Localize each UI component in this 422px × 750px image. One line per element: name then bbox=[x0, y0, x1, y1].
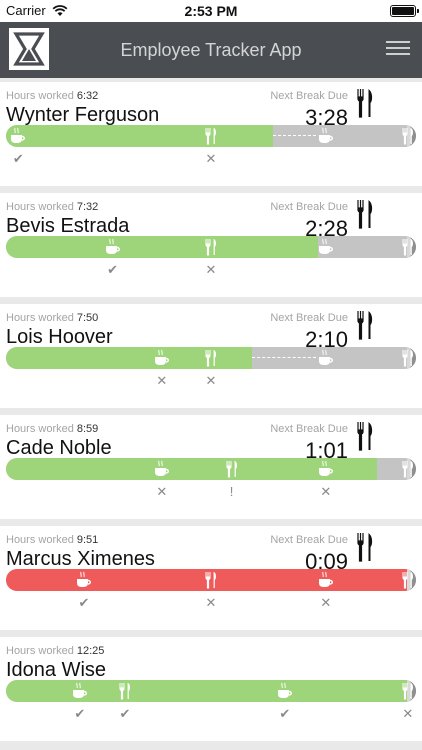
hours-worked-value: 12:25 bbox=[76, 645, 105, 657]
progress-fill bbox=[6, 236, 318, 258]
cross-icon: ✕ bbox=[205, 262, 217, 277]
clock: 2:53 PM bbox=[184, 3, 238, 19]
remaining-dash-line bbox=[272, 135, 316, 136]
cutlery-icon bbox=[355, 532, 375, 567]
next-break-label: Next Break Due bbox=[270, 90, 348, 102]
hours-worked-label: Hours worked 9:51 bbox=[6, 534, 98, 546]
shift-progress-bar bbox=[6, 347, 416, 369]
next-break-label: Next Break Due bbox=[270, 201, 348, 213]
cross-icon: ✕ bbox=[205, 595, 217, 610]
hours-worked-label: Hours worked 12:25 bbox=[6, 645, 104, 657]
progress-fill bbox=[6, 680, 416, 702]
cross-icon: ✕ bbox=[320, 484, 332, 499]
next-break-label: Next Break Due bbox=[270, 423, 348, 435]
cross-icon: ✕ bbox=[205, 151, 217, 166]
hours-worked-value: 8:59 bbox=[76, 423, 99, 435]
cutlery-icon bbox=[355, 421, 375, 456]
battery-icon bbox=[390, 5, 419, 17]
employee-card[interactable]: Hours worked 12:25 Idona Wise ✔ ✔ ✔ ✕ bbox=[0, 637, 422, 741]
hours-worked-caption: Hours worked bbox=[6, 312, 74, 324]
shift-progress-bar bbox=[6, 236, 416, 258]
cross-icon: ✕ bbox=[156, 484, 168, 499]
check-icon: ✔ bbox=[74, 706, 86, 721]
shift-progress-bar bbox=[6, 569, 416, 591]
employee-name: Wynter Ferguson bbox=[6, 104, 160, 126]
shift-progress-bar bbox=[6, 680, 416, 702]
hours-worked-value: 7:50 bbox=[76, 312, 99, 324]
shift-progress-bar bbox=[6, 125, 416, 147]
check-icon: ✔ bbox=[119, 706, 131, 721]
hours-worked-value: 7:32 bbox=[76, 201, 99, 213]
hours-worked-caption: Hours worked bbox=[6, 201, 74, 213]
app-header: Employee Tracker App bbox=[0, 22, 422, 78]
employee-card[interactable]: Hours worked 7:32 Bevis Estrada Next Break … bbox=[0, 193, 422, 297]
employee-card[interactable]: Hours worked 8:59 Cade Noble Next Break Due… bbox=[0, 415, 422, 519]
remaining-dash-line bbox=[252, 357, 316, 358]
shift-progress-bar bbox=[6, 458, 416, 480]
check-icon: ✔ bbox=[279, 706, 291, 721]
cutlery-icon bbox=[355, 310, 375, 345]
check-icon: ✔ bbox=[12, 151, 24, 166]
employee-name: Lois Hoover bbox=[6, 326, 113, 348]
cutlery-icon bbox=[355, 88, 375, 123]
hours-worked-caption: Hours worked bbox=[6, 645, 74, 657]
employee-card[interactable]: Hours worked 7:50 Lois Hoover Next Break Du… bbox=[0, 304, 422, 408]
cross-icon: ✕ bbox=[205, 373, 217, 388]
next-break-label: Next Break Due bbox=[270, 312, 348, 324]
cross-icon: ✕ bbox=[156, 373, 168, 388]
hours-worked-label: Hours worked 8:59 bbox=[6, 423, 98, 435]
employee-name: Cade Noble bbox=[6, 437, 112, 459]
hours-worked-value: 9:51 bbox=[76, 534, 99, 546]
hours-worked-label: Hours worked 7:32 bbox=[6, 201, 98, 213]
employee-name: Marcus Ximenes bbox=[6, 548, 155, 570]
warning-icon: ! bbox=[229, 484, 234, 499]
cross-icon: ✕ bbox=[402, 706, 414, 721]
hours-worked-label: Hours worked 6:32 bbox=[6, 90, 98, 102]
cross-icon: ✕ bbox=[320, 595, 332, 610]
hours-worked-caption: Hours worked bbox=[6, 90, 74, 102]
check-icon: ✔ bbox=[78, 595, 90, 610]
hours-worked-caption: Hours worked bbox=[6, 534, 74, 546]
check-icon: ✔ bbox=[107, 262, 119, 277]
employee-name: Idona Wise bbox=[6, 659, 107, 681]
status-bar: Carrier 2:53 PM bbox=[0, 0, 422, 22]
app-title: Employee Tracker App bbox=[120, 40, 302, 60]
hours-worked-value: 6:32 bbox=[76, 90, 99, 102]
employee-name: Bevis Estrada bbox=[6, 215, 130, 237]
next-break-label: Next Break Due bbox=[270, 534, 348, 546]
employee-card[interactable]: Hours worked 9:51 Marcus Ximenes Next Break… bbox=[0, 526, 422, 630]
employee-card[interactable]: Hours worked 6:32 Wynter Ferguson Next Brea… bbox=[0, 82, 422, 186]
hours-worked-caption: Hours worked bbox=[6, 423, 74, 435]
cutlery-icon bbox=[355, 199, 375, 234]
hamburger-menu-icon[interactable] bbox=[386, 40, 410, 56]
progress-fill bbox=[6, 125, 273, 147]
hours-worked-label: Hours worked 7:50 bbox=[6, 312, 98, 324]
